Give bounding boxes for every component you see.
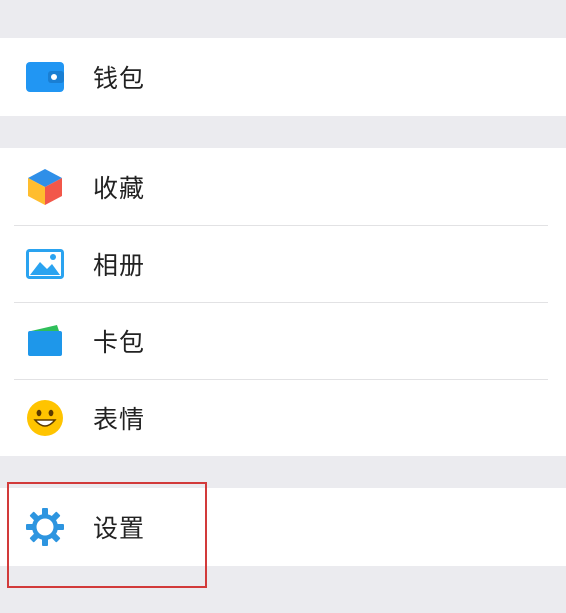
top-spacer [0,0,566,38]
smiley-icon [25,398,65,438]
wallet-icon [25,57,65,97]
gear-icon [25,507,65,547]
menu-item-stickers[interactable]: 表情 [0,379,566,456]
menu-item-label: 相册 [93,250,146,280]
settings-group: 设置 [0,488,566,566]
wallet-group: 钱包 [0,38,566,116]
menu-item-album[interactable]: 相册 [0,225,566,302]
card-icon [25,321,65,361]
menu-item-settings[interactable]: 设置 [0,488,566,566]
menu-item-cards[interactable]: 卡包 [0,302,566,379]
picture-icon [25,244,65,284]
menu-item-label: 设置 [93,514,146,543]
menu-item-label: 钱包 [93,64,146,93]
bottom-spacer [0,566,566,613]
section-spacer [0,116,566,148]
menu-item-label: 表情 [93,404,146,434]
menu-item-label: 卡包 [93,327,146,357]
menu-item-label: 收藏 [93,173,146,203]
content-group: 收藏 相册 卡包 表情 [0,148,566,456]
menu-item-wallet[interactable]: 钱包 [0,38,566,116]
cube-icon [25,167,65,207]
menu-item-favorites[interactable]: 收藏 [0,148,566,225]
section-spacer [0,456,566,488]
